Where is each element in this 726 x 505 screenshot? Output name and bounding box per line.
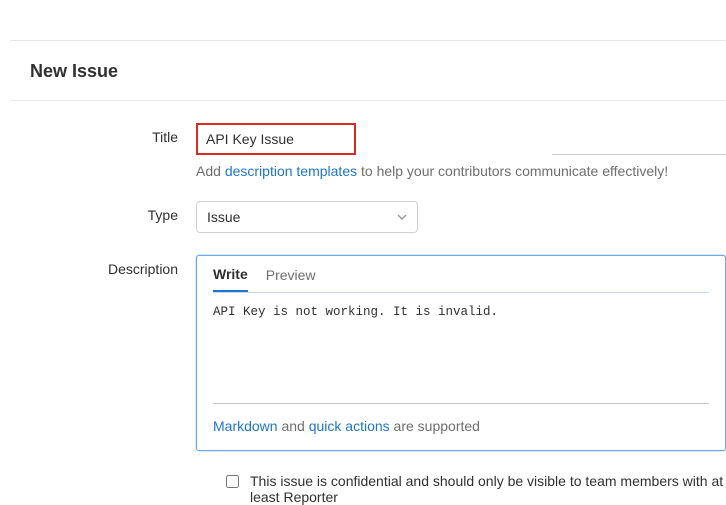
row-type: Type Issue bbox=[0, 201, 726, 233]
editor-footer-hint: Markdown and quick actions are supported bbox=[197, 404, 725, 450]
title-input[interactable] bbox=[198, 125, 354, 153]
type-content: Issue bbox=[196, 201, 726, 233]
description-textarea[interactable]: API Key is not working. It is invalid. bbox=[197, 293, 725, 403]
row-description: Description Write Preview API Key is not… bbox=[0, 255, 726, 451]
type-selected-value: Issue bbox=[207, 209, 240, 225]
title-content: Add description templates to help your c… bbox=[196, 123, 726, 179]
quick-actions-link[interactable]: quick actions bbox=[309, 418, 390, 434]
description-panel: Write Preview API Key is not working. It… bbox=[196, 255, 726, 451]
chevron-down-icon bbox=[397, 209, 407, 225]
row-title: Title Add description templates to help … bbox=[0, 123, 726, 179]
divider-top bbox=[10, 40, 726, 41]
footer-mid: and bbox=[278, 418, 309, 434]
page-title: New Issue bbox=[30, 61, 726, 82]
label-type: Type bbox=[0, 201, 196, 223]
label-title: Title bbox=[0, 123, 196, 145]
description-templates-link[interactable]: description templates bbox=[225, 163, 357, 179]
markdown-link[interactable]: Markdown bbox=[213, 418, 278, 434]
tab-write[interactable]: Write bbox=[213, 266, 248, 292]
title-hint-post: to help your contributors communicate ef… bbox=[357, 163, 668, 179]
title-field-underline bbox=[552, 154, 726, 155]
description-content: Write Preview API Key is not working. It… bbox=[196, 255, 726, 451]
title-highlight-box bbox=[196, 123, 356, 155]
tab-preview[interactable]: Preview bbox=[266, 267, 316, 291]
divider-mid bbox=[10, 100, 726, 101]
row-confidential: This issue is confidential and should on… bbox=[222, 473, 726, 505]
editor-tabs: Write Preview bbox=[197, 256, 725, 292]
confidential-text: This issue is confidential and should on… bbox=[250, 473, 726, 505]
label-description: Description bbox=[0, 255, 196, 277]
type-select[interactable]: Issue bbox=[196, 201, 418, 233]
confidential-checkbox[interactable] bbox=[226, 475, 239, 488]
footer-post: are supported bbox=[390, 418, 480, 434]
title-hint: Add description templates to help your c… bbox=[196, 163, 726, 179]
title-hint-pre: Add bbox=[196, 163, 225, 179]
